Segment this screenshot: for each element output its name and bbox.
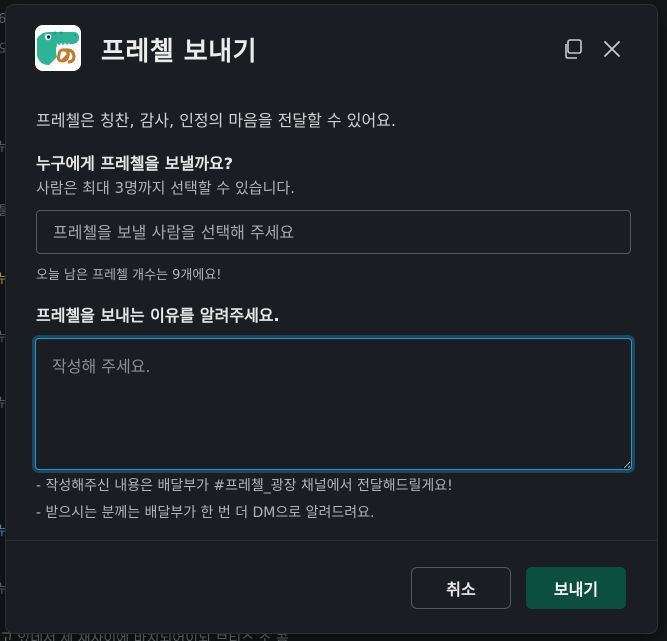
remaining-count-text: 오늘 남은 프레첼 개수는 9개에요! [36, 268, 222, 283]
close-icon[interactable] [598, 35, 626, 63]
crocodile-pretzel-icon [35, 25, 81, 71]
modal-header: 프레첼 보내기 [6, 5, 657, 95]
send-button[interactable]: 보내기 [526, 567, 626, 609]
modal-title: 프레첼 보내기 [101, 37, 258, 67]
footer-divider [6, 540, 657, 541]
reason-question-label: 프레첼을 보내는 이유를 알려주세요. [36, 306, 280, 325]
copy-icon[interactable] [559, 35, 587, 63]
recipient-question-label: 누구에게 프레첼을 보낼까요? [36, 154, 234, 173]
send-pretzel-modal: 프레첼 보내기 프레첼은 칭찬, 감사, 인정의 마음을 전달할 수 있어요. … [6, 5, 657, 633]
reason-textarea[interactable] [35, 338, 632, 470]
recipient-hint-text: 사람은 최대 3명까지 선택할 수 있습니다. [36, 179, 295, 197]
delivery-hint-line-2: - 받으시는 분께는 배달부가 한 번 더 DM으로 알려드려요. [36, 505, 375, 521]
cancel-button[interactable]: 취소 [411, 567, 511, 609]
intro-text: 프레첼은 칭찬, 감사, 인정의 마음을 전달할 수 있어요. [36, 111, 396, 130]
delivery-hint-line-1: - 작성해주신 내용은 배달부가 #프레첼_광장 채널에서 전달해드릴게요! [36, 478, 453, 494]
recipient-select-input[interactable] [36, 210, 631, 254]
